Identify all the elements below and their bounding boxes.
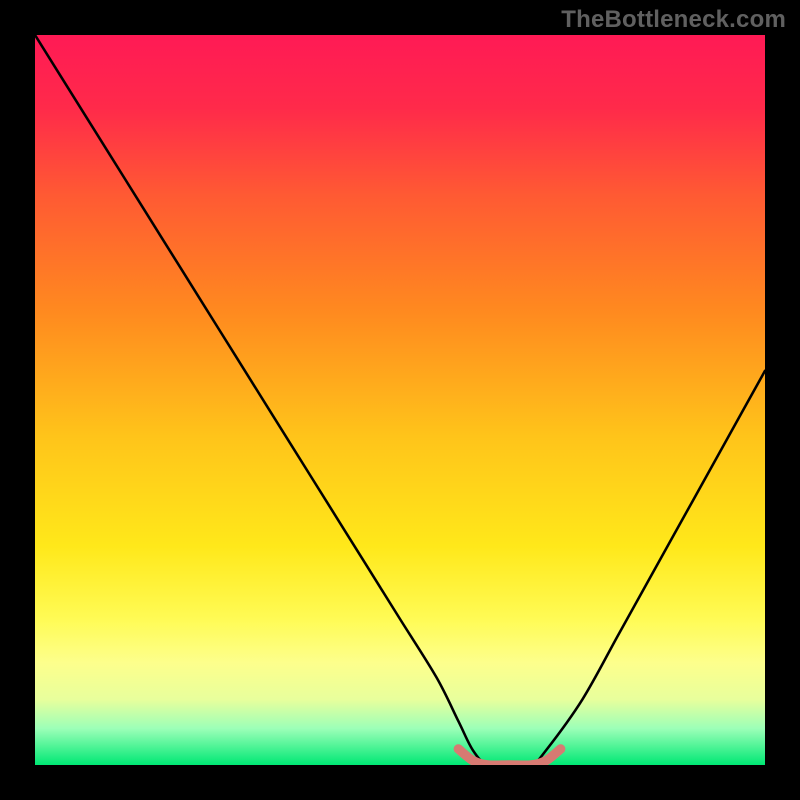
plot-area: [35, 35, 765, 765]
chart-frame: TheBottleneck.com: [0, 0, 800, 800]
watermark-text: TheBottleneck.com: [561, 6, 786, 34]
bottleneck-curve: [35, 35, 765, 765]
curve-layer: [35, 35, 765, 765]
